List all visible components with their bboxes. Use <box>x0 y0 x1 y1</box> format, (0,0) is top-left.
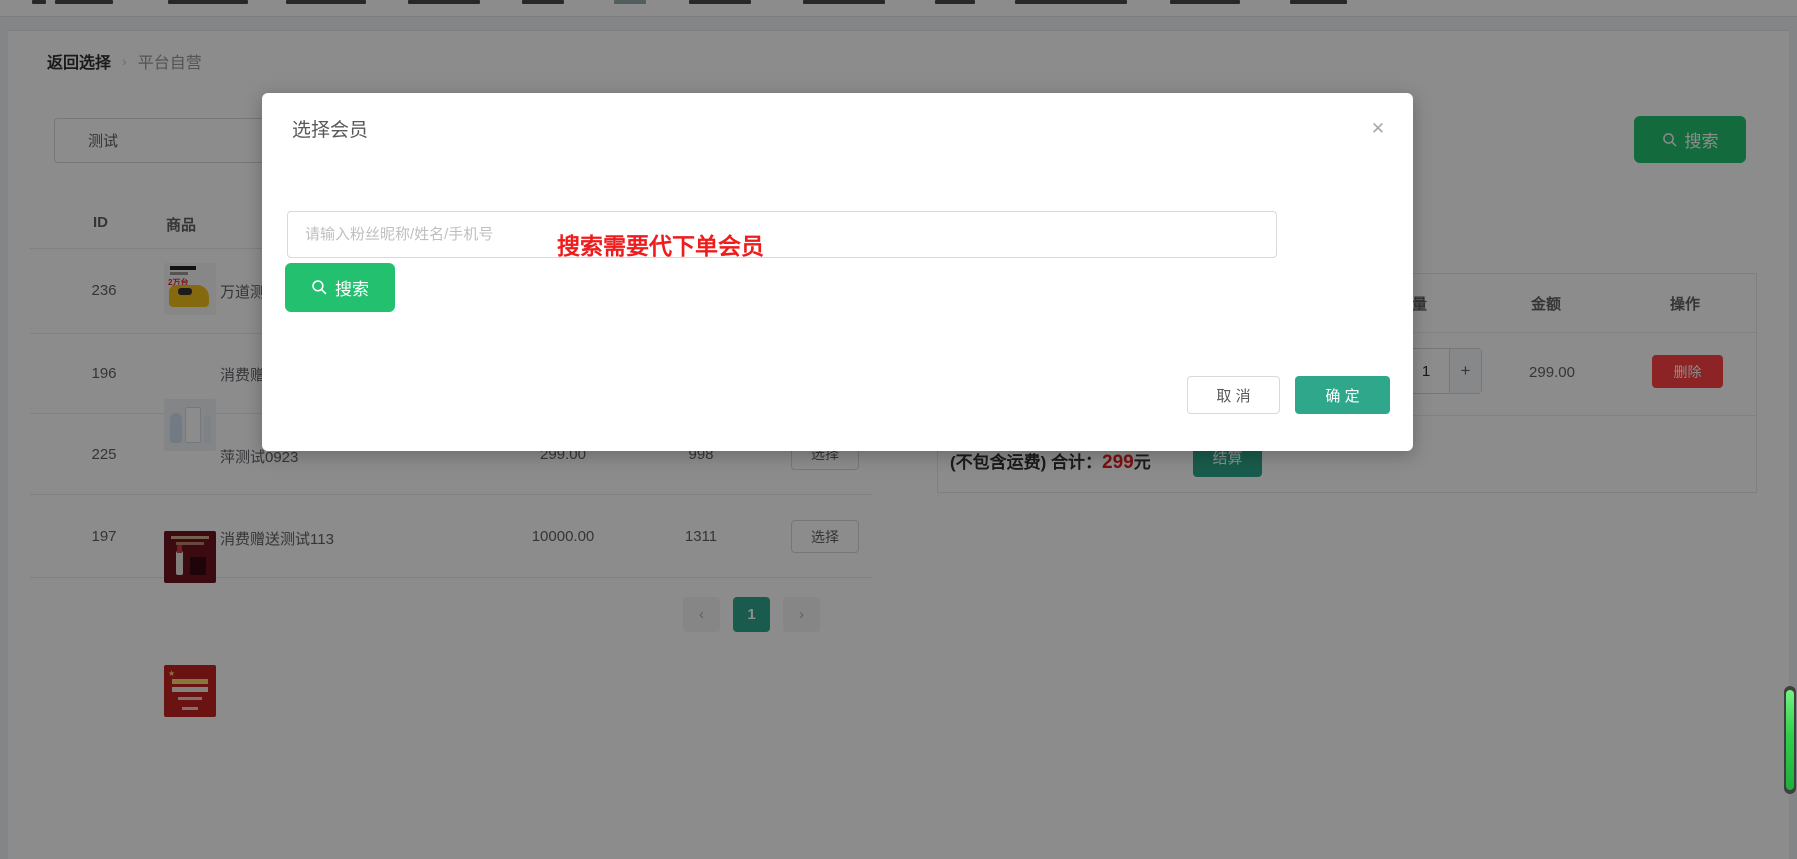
dialog-title: 选择会员 <box>292 115 368 142</box>
scrollbar-thumb[interactable] <box>1786 690 1794 790</box>
search-icon <box>311 279 328 296</box>
select-member-dialog: 选择会员 ✕ 搜索需要代下单会员 搜索 取 消 确 定 <box>262 93 1413 451</box>
cancel-button[interactable]: 取 消 <box>1187 376 1280 414</box>
member-search-button[interactable]: 搜索 <box>285 263 395 312</box>
annotation-text: 搜索需要代下单会员 <box>557 227 764 261</box>
close-icon[interactable]: ✕ <box>1366 117 1390 141</box>
scrollbar[interactable] <box>1784 686 1796 794</box>
member-search-label: 搜索 <box>335 275 369 300</box>
confirm-button[interactable]: 确 定 <box>1295 376 1390 414</box>
member-search-input[interactable] <box>287 211 1277 258</box>
